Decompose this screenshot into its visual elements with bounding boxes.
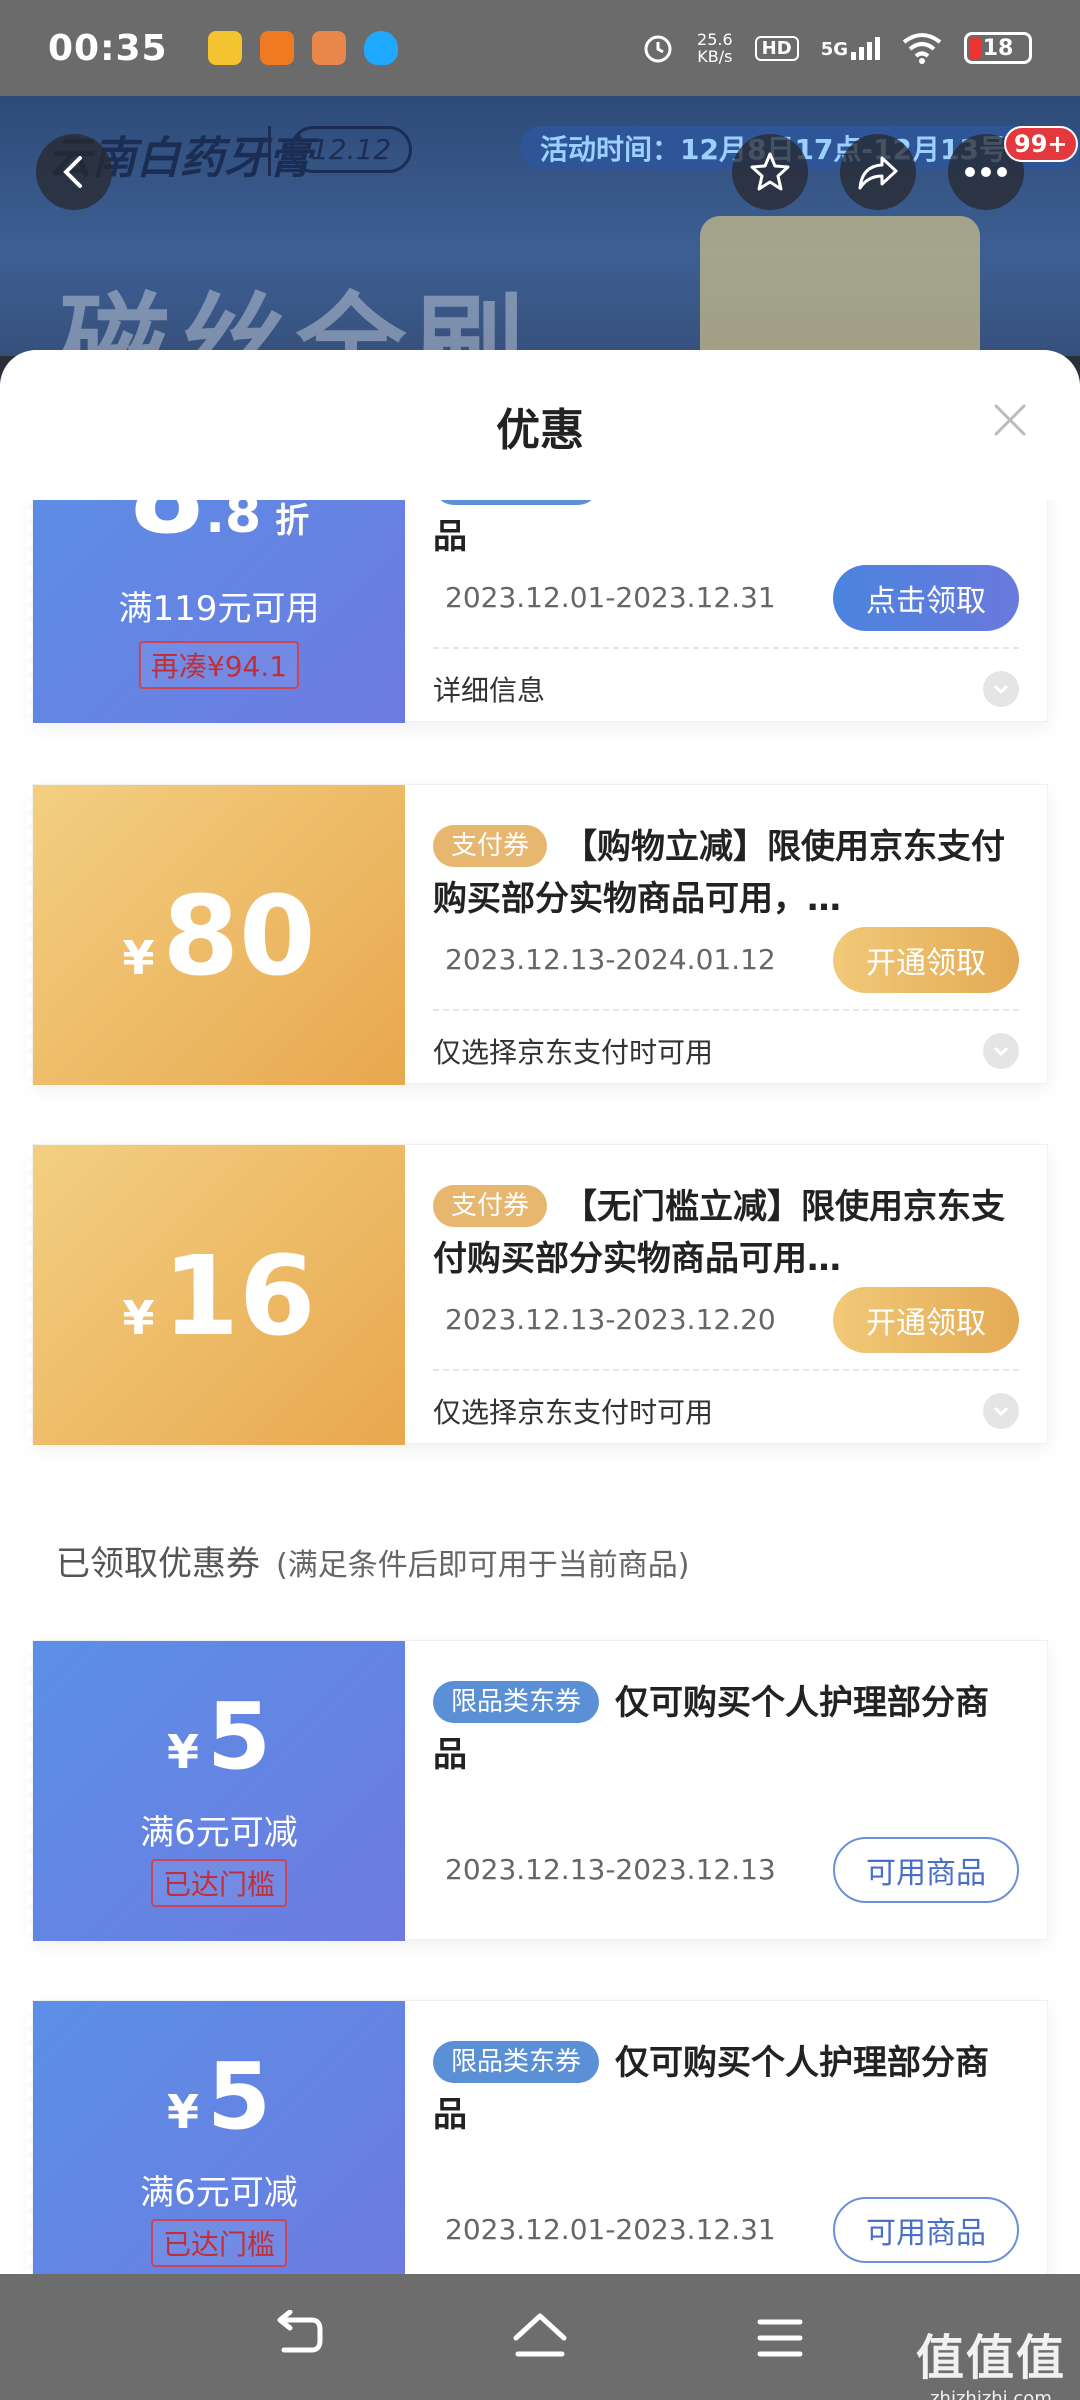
discount-amount: 8 .8 折 (129, 500, 310, 549)
coupon-condition: 满6元可减 (140, 1813, 298, 1853)
coupon-detail-link[interactable]: 详细信息 (433, 669, 545, 709)
coupon-card: 8 .8 折 满119元可用 再凑¥94.1 限品类东券仅可购买个人护理部分商品… (27, 500, 1048, 723)
close-icon[interactable] (990, 400, 1030, 440)
sheet-title: 优惠 (496, 405, 584, 456)
coupon-stub: ¥ 80 (27, 785, 405, 1085)
status-time: 00:35 (48, 27, 168, 69)
coupon-stub: ¥ 5 满6元可减 已达门槛 (27, 1641, 405, 1941)
coupon-type-tag: 支付券 (433, 825, 548, 867)
alarm-icon (644, 35, 672, 63)
coupon-amount: ¥ 80 (122, 872, 316, 1000)
coupon-card: ¥ 16 支付券 【无门槛立减】限使用京东支付购买部分实物商品可用… 2023.1… (27, 1144, 1048, 1445)
coupon-sheet: 优惠 8 .8 折 满119元可用 再凑¥94.1 限品类东券仅可购买个人护理部… (0, 350, 1080, 2274)
status-bar: 00:35 25.6 KB/s HD 5G 18 (0, 0, 1080, 96)
coupon-type-tag: 支付券 (433, 1185, 548, 1227)
coupon-type-tag: 限品类东券 (433, 1681, 600, 1723)
app-notification-icon (259, 31, 294, 65)
activate-claim-button[interactable]: 开通领取 (833, 927, 1019, 993)
coupon-date: 2023.12.01-2023.12.31 (445, 581, 776, 614)
brand-divider (268, 126, 271, 176)
chevron-left-icon (63, 156, 82, 188)
coupon-title: 支付券 【无门槛立减】限使用京东支付购买部分实物商品可用… (433, 1185, 1006, 1279)
coupon-date: 2023.12.13-2023.12.13 (445, 1853, 776, 1886)
coupon-detail-text: 仅选择京东支付时可用 (433, 1396, 714, 1429)
signal-5g-icon: 5G (821, 36, 880, 60)
battery-icon: 18 (964, 32, 1032, 64)
hd-icon: HD (754, 35, 799, 61)
coupon-amount: ¥ 16 (122, 1232, 316, 1360)
coupon-amount: ¥ 5 (166, 1683, 272, 1790)
coupon-title: 限品类东券仅可购买个人护理部分商品 (433, 1681, 990, 1775)
activate-claim-button[interactable]: 开通领取 (833, 1287, 1019, 1353)
message-count-badge: 99+ (1004, 126, 1078, 162)
coupon-card: ¥ 80 支付券 【购物立减】限使用京东支付购买部分实物商品可用，… 2023.1… (27, 784, 1048, 1085)
share-icon (858, 156, 898, 190)
chevron-down-icon[interactable] (983, 671, 1019, 707)
claim-button[interactable]: 点击领取 (833, 565, 1019, 631)
threshold-met-tag: 已达门槛 (150, 1859, 288, 1907)
site-watermark: 值值值 zhizhizhi.com (915, 2330, 1066, 2400)
product-image (700, 216, 980, 356)
coupon-type-tag: 限品类东券 (433, 2041, 600, 2083)
product-banner: 云南白药牙膏 12.12 活动时间：12月8日17点-12月13号1 磁丝全刷 (0, 96, 1080, 356)
campaign-logo: 12.12 (290, 126, 413, 173)
banner-headline: 磁丝全刷 (60, 282, 532, 356)
coupon-condition: 满6元可减 (140, 2173, 298, 2213)
chevron-down-icon[interactable] (983, 1393, 1019, 1429)
coupon-detail-text: 仅选择京东支付时可用 (433, 1036, 714, 1069)
qq-icon (363, 31, 398, 65)
menu-nav-icon[interactable] (750, 2310, 810, 2366)
share-button[interactable] (840, 134, 916, 210)
app-notification-icon (311, 31, 346, 65)
favorite-button[interactable] (732, 134, 808, 210)
coupon-stub: 8 .8 折 满119元可用 再凑¥94.1 (27, 500, 405, 723)
claimed-coupon-card: ¥ 5 满6元可减 已达门槛 限品类东券 仅可购买个人护理部分商品 2023.12… (27, 1640, 1048, 1941)
app-notification-icon (207, 31, 242, 65)
coupon-stub: ¥ 16 (27, 1145, 405, 1445)
available-products-button[interactable]: 可用商品 (833, 1837, 1019, 1903)
threshold-met-tag: 已达门槛 (150, 2219, 288, 2267)
star-icon (750, 152, 790, 191)
coupon-type-tag: 限品类东券 (433, 500, 600, 505)
available-products-button[interactable]: 可用商品 (833, 2197, 1019, 2263)
coupon-date: 2023.12.13-2024.01.12 (445, 943, 776, 976)
coupon-date: 2023.12.13-2023.12.20 (445, 1303, 776, 1336)
chevron-down-icon[interactable] (983, 1033, 1019, 1069)
coupon-amount: ¥ 5 (166, 2043, 272, 2150)
coupon-stub: ¥ 5 满6元可减 已达门槛 (27, 2001, 405, 2274)
claimed-section-title: 已领取优惠券 (满足条件后即可用于当前商品) (56, 1544, 690, 1584)
notification-icons (207, 31, 398, 65)
net-speed: 25.6 KB/s (697, 30, 733, 66)
wifi-icon (902, 33, 942, 64)
home-nav-icon[interactable] (510, 2310, 570, 2366)
coupon-date: 2023.12.01-2023.12.31 (445, 2213, 776, 2246)
coupon-list[interactable]: 8 .8 折 满119元可用 再凑¥94.1 限品类东券仅可购买个人护理部分商品… (0, 500, 1080, 2274)
more-dots-icon (965, 167, 1007, 177)
coupon-condition: 满119元可用 (118, 589, 320, 629)
coupon-title: 支付券 【购物立减】限使用京东支付购买部分实物商品可用，… (433, 825, 1006, 919)
claimed-coupon-card: ¥ 5 满6元可减 已达门槛 限品类东券 仅可购买个人护理部分商品 2023.12… (27, 2000, 1048, 2274)
coupon-shortfall-tag: 再凑¥94.1 (138, 641, 300, 689)
coupon-title: 限品类东券仅可购买个人护理部分商品 (433, 500, 1019, 563)
back-button[interactable] (36, 134, 112, 210)
back-nav-icon[interactable] (270, 2310, 330, 2366)
coupon-title: 限品类东券仅可购买个人护理部分商品 (433, 2041, 990, 2135)
